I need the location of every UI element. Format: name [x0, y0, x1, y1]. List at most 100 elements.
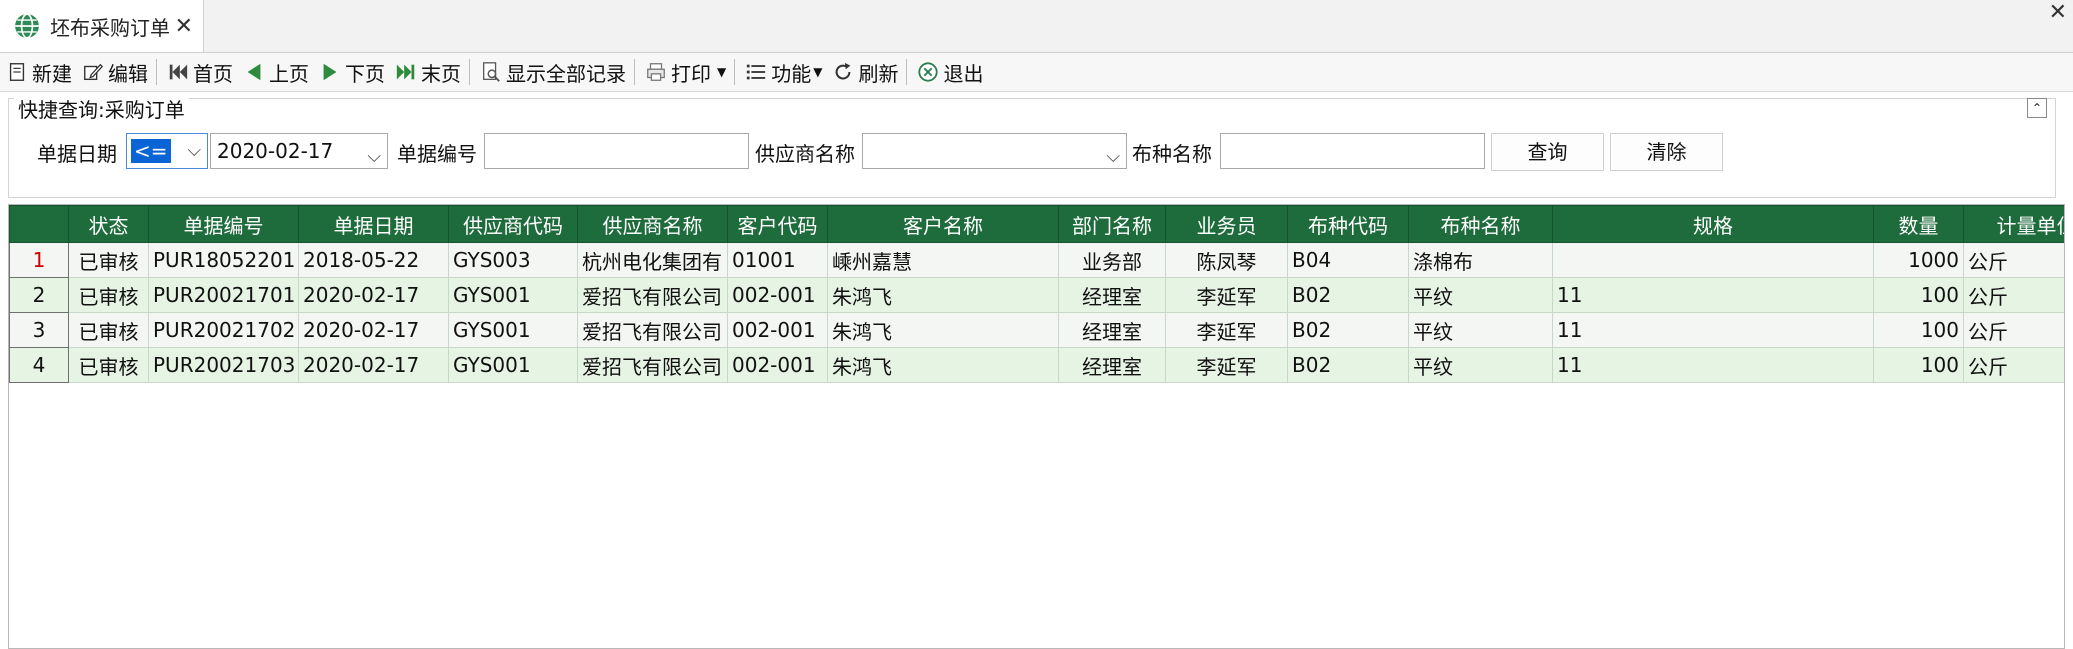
- cell-fabric-code: B02: [1287, 277, 1409, 313]
- column-header[interactable]: 规格: [1552, 205, 1874, 243]
- date-picker[interactable]: 2020-02-17 ⌵: [210, 133, 388, 169]
- globe-icon: [15, 13, 39, 39]
- chevron-down-icon: ▼: [717, 65, 727, 79]
- edit-button[interactable]: 编辑: [76, 54, 152, 90]
- column-header[interactable]: 数量: [1873, 205, 1964, 243]
- cell-doc-no: PUR20021703: [148, 347, 299, 383]
- cell-fabric-code: B02: [1287, 312, 1409, 348]
- row-number[interactable]: 2: [9, 277, 69, 313]
- cell-department: 经理室: [1058, 277, 1166, 313]
- functions-menu-button[interactable]: 功能 ▼: [739, 54, 826, 90]
- print-button[interactable]: 打印 ▼: [639, 54, 730, 90]
- fabric-input[interactable]: [1220, 133, 1485, 169]
- column-header[interactable]: 计量单位: [1963, 205, 2064, 243]
- column-header[interactable]: 客户代码: [727, 205, 828, 243]
- column-header[interactable]: [9, 205, 69, 243]
- supplier-label: 供应商名称: [755, 142, 855, 166]
- exit-button[interactable]: 退出: [911, 54, 987, 90]
- next-page-button[interactable]: 下页: [313, 54, 389, 90]
- cell-date: 2020-02-17: [298, 347, 449, 383]
- cell-doc-no: PUR20021702: [148, 312, 299, 348]
- supplier-select[interactable]: ⌵: [862, 133, 1127, 169]
- cell-supplier-code: GYS001: [448, 347, 578, 383]
- column-header[interactable]: 供应商名称: [577, 205, 728, 243]
- cell-salesperson: 陈凤琴: [1165, 242, 1288, 278]
- cell-customer-code: 01001: [727, 242, 828, 278]
- cell-fabric-name: 涤棉布: [1408, 242, 1553, 278]
- functions-label: 功能: [771, 61, 812, 86]
- refresh-button[interactable]: 刷新: [826, 54, 902, 90]
- cell-doc-no: PUR18052201: [148, 242, 299, 278]
- cell-customer-code: 002-001: [727, 347, 828, 383]
- column-header[interactable]: 状态: [68, 205, 149, 243]
- cell-department: 业务部: [1058, 242, 1166, 278]
- column-header[interactable]: 单据日期: [298, 205, 449, 243]
- cell-customer-name: 朱鸿飞: [827, 347, 1059, 383]
- toolbar-separator: [906, 59, 908, 85]
- cell-customer-code: 002-001: [727, 277, 828, 313]
- tab-close-icon[interactable]: ✕: [175, 14, 193, 39]
- clear-button[interactable]: 清除: [1610, 133, 1723, 171]
- toolbar-separator: [156, 59, 157, 85]
- new-document-icon: [9, 63, 25, 81]
- cell-customer-name: 朱鸿飞: [827, 277, 1059, 313]
- tab-strip: 坯布采购订单 ✕ ✕: [0, 0, 2073, 53]
- table-header-row: 状态 单据编号 单据日期 供应商代码 供应商名称 客户代码 客户名称 部门名称 …: [9, 205, 2064, 243]
- cell-supplier-name: 爱招飞有限公司: [577, 277, 728, 313]
- new-button[interactable]: 新建: [0, 54, 76, 90]
- date-operator-value: <=: [131, 139, 171, 163]
- tab-fabric-purchase-order[interactable]: 坯布采购订单 ✕: [0, 0, 204, 52]
- search-button[interactable]: 查询: [1491, 133, 1604, 171]
- cell-fabric-name: 平纹: [1408, 312, 1553, 348]
- column-header[interactable]: 供应商代码: [448, 205, 578, 243]
- cell-spec: [1552, 242, 1874, 278]
- column-header[interactable]: 布种代码: [1287, 205, 1409, 243]
- date-operator-select[interactable]: <= ⌵: [126, 133, 208, 169]
- cell-status: 已审核: [68, 312, 149, 348]
- cell-fabric-name: 平纹: [1408, 277, 1553, 313]
- cell-supplier-code: GYS003: [448, 242, 578, 278]
- cell-fabric-code: B04: [1287, 242, 1409, 278]
- column-header[interactable]: 单据编号: [148, 205, 299, 243]
- toolbar-separator: [469, 59, 470, 85]
- column-header[interactable]: 客户名称: [827, 205, 1059, 243]
- cell-quantity: 1000: [1873, 242, 1964, 278]
- last-page-button[interactable]: 末页: [389, 54, 465, 90]
- edit-pencil-icon: [84, 63, 104, 81]
- last-page-label: 末页: [421, 61, 461, 86]
- doc-no-label: 单据编号: [397, 142, 477, 166]
- cell-unit: 公斤: [1963, 347, 2064, 383]
- column-header[interactable]: 布种名称: [1408, 205, 1553, 243]
- first-page-button[interactable]: 首页: [161, 54, 237, 90]
- table-row[interactable]: 4 已审核 PUR20021703 2020-02-17 GYS001 爱招飞有…: [9, 347, 2064, 383]
- cell-salesperson: 李延军: [1165, 347, 1288, 383]
- column-header[interactable]: 业务员: [1165, 205, 1288, 243]
- row-number[interactable]: 3: [9, 312, 69, 348]
- orders-grid: 状态 单据编号 单据日期 供应商代码 供应商名称 客户代码 客户名称 部门名称 …: [8, 204, 2065, 649]
- print-label: 打印: [671, 61, 711, 86]
- cell-date: 2020-02-17: [298, 312, 449, 348]
- quick-query-title: 快捷查询:采购订单: [14, 94, 189, 123]
- row-number[interactable]: 1: [9, 242, 69, 278]
- cell-fabric-name: 平纹: [1408, 347, 1553, 383]
- show-all-records-label: 显示全部记录: [506, 61, 626, 86]
- doc-no-input[interactable]: [484, 133, 749, 169]
- cell-quantity: 100: [1873, 312, 1964, 348]
- column-header[interactable]: 部门名称: [1058, 205, 1166, 243]
- collapse-panel-button[interactable]: ⌃: [2027, 98, 2047, 118]
- table-row[interactable]: 2 已审核 PUR20021701 2020-02-17 GYS001 爱招飞有…: [9, 277, 2064, 313]
- exit-label: 退出: [943, 61, 984, 86]
- cell-customer-name: 嵊州嘉慧: [827, 242, 1059, 278]
- printer-icon: [647, 63, 665, 81]
- list-icon: [747, 64, 766, 80]
- window-close-icon[interactable]: ✕: [2049, 0, 2067, 25]
- table-row[interactable]: 1 已审核 PUR18052201 2018-05-22 GYS003 杭州电化…: [9, 242, 2064, 278]
- row-number[interactable]: 4: [9, 347, 69, 383]
- cell-supplier-code: GYS001: [448, 312, 578, 348]
- show-all-records-button[interactable]: 显示全部记录: [474, 54, 630, 90]
- prev-page-icon: [247, 63, 261, 81]
- prev-page-button[interactable]: 上页: [237, 54, 313, 90]
- table-row[interactable]: 3 已审核 PUR20021702 2020-02-17 GYS001 爱招飞有…: [9, 312, 2064, 348]
- cell-supplier-name: 爱招飞有限公司: [577, 312, 728, 348]
- cell-date: 2018-05-22: [298, 242, 449, 278]
